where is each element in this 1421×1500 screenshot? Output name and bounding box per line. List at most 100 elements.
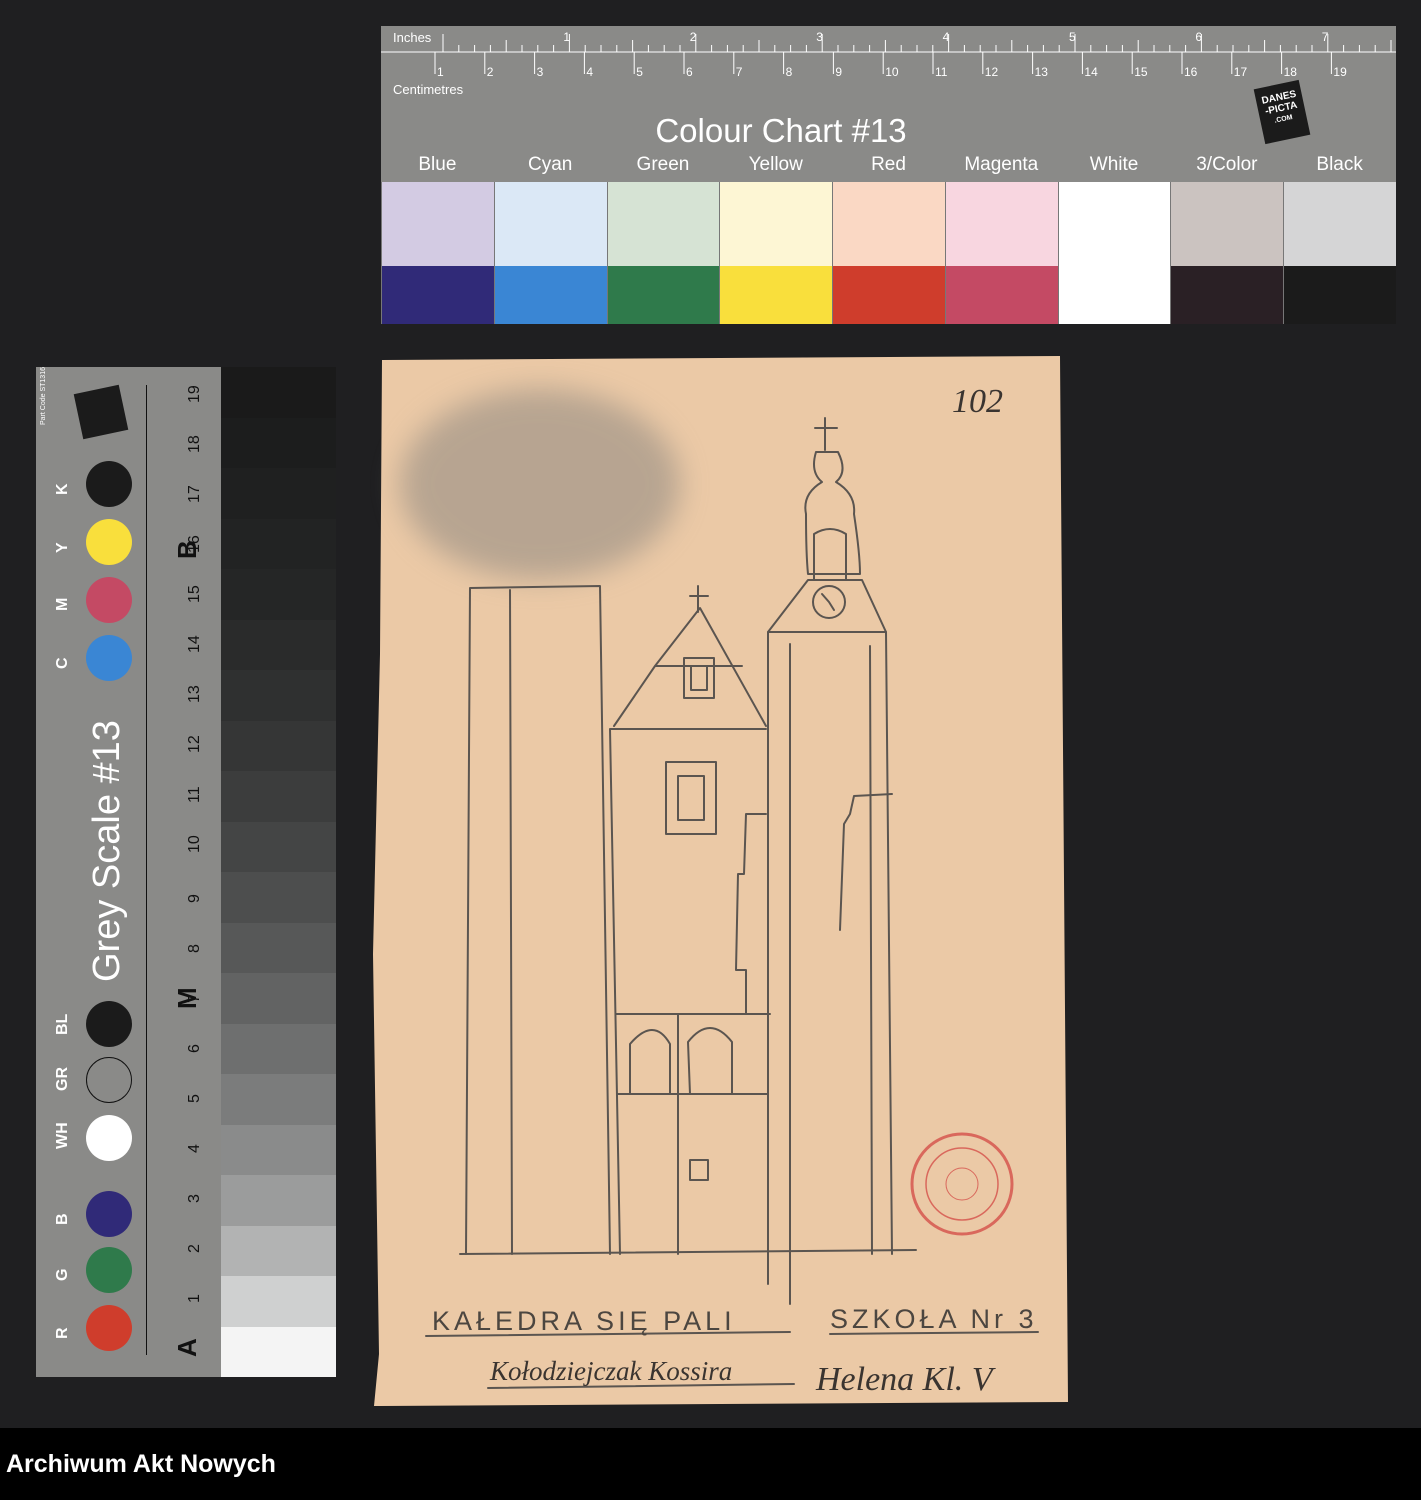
swatch-dot [86,577,132,623]
patch-light [607,182,720,266]
inch-mark: 5 [1069,30,1076,44]
colour-chart-title: Colour Chart #13 [655,112,907,149]
pencil-drawing: 102 KAŁEDRA SIĘ PALI SZKOŁA Nr 3 Kołodzi… [373,356,1068,1406]
patch-light [945,182,1058,266]
letter-m: M [172,987,202,1009]
patch-light [1171,182,1284,266]
swatch-dot [86,1247,132,1293]
caption-school: SZKOŁA Nr 3 [830,1304,1038,1334]
grey-scale-title: Grey Scale #13 [86,720,128,982]
grey-step [221,1175,336,1226]
colour-patch [606,182,720,324]
inch-mark: 6 [1195,30,1202,44]
patch-light [1284,182,1397,266]
colour-patch [1283,182,1397,324]
dot-label: BL [54,1013,71,1035]
dot-label: R [54,1327,71,1339]
scale-number: 13 [186,685,203,703]
grey-step [221,821,336,872]
scale-number: 8 [186,944,203,953]
grey-scale-card: Part Code ST1316 Grey Scale #13 R G B WH GR B… [36,367,336,1377]
inch-mark: 4 [943,30,950,44]
grey-step [221,1326,336,1377]
colour-swatches [381,182,1397,324]
colour-patch [1170,182,1284,324]
grey-step [221,1124,336,1175]
smoke-smudge [400,389,680,579]
ruler-inches-label: Inches [393,30,432,45]
cm-mark: 2 [487,65,494,79]
cm-mark: 14 [1084,65,1098,79]
caption-author-name: Helena Kl. V [815,1361,997,1398]
grey-step [221,670,336,721]
letter-a: A [172,1338,202,1357]
scale-number: 1 [186,1294,203,1303]
swatch-dot [86,1191,132,1237]
colour-patch [832,182,945,324]
patch-name: Black [1316,154,1363,175]
scale-number: 5 [186,1094,203,1103]
colour-patch [719,182,833,324]
grey-step [221,1023,336,1074]
grey-step [221,973,336,1024]
patch-name: White [1089,154,1139,175]
inch-mark: 3 [816,30,823,44]
scale-number: 6 [186,1044,203,1053]
patch-dark [494,266,607,324]
part-code: Part Code ST1316 [40,367,47,425]
scale-number: 12 [186,735,203,753]
cm-mark: 13 [1035,65,1049,79]
patch-dark [1058,266,1171,324]
colour-chart: Inches Centimetres 123456781234567891011… [381,26,1397,324]
swatch-dot [86,1001,132,1047]
scale-number: 14 [186,635,203,653]
grey-scale-panel: Part Code ST1316 Grey Scale #13 R G B WH GR B… [36,367,221,1377]
grey-step [221,619,336,670]
scale-number: 17 [186,485,203,503]
cm-mark: 18 [1284,65,1298,79]
patch-dark [945,266,1058,324]
cm-mark: 11 [935,65,948,79]
dot-label: C [54,657,71,669]
scale-number: 19 [186,385,203,403]
patch-light [382,182,494,266]
grey-step [221,771,336,822]
scale-number: 11 [186,786,203,803]
patch-dark [1284,266,1397,324]
cm-mark: 9 [835,65,842,79]
grey-step [221,367,336,418]
swatch-dot [86,1305,132,1351]
patch-light [494,182,607,266]
patch-light [720,182,833,266]
ruler-cm-label: Centimetres [393,82,464,97]
colour-patch [1057,182,1171,324]
dot-label: K [54,483,71,495]
cm-mark: 5 [636,65,643,79]
patch-name: Yellow [748,154,803,175]
page-number: 102 [952,383,1003,420]
dot-label: B [54,1213,71,1225]
cm-mark: 7 [736,65,743,79]
danes-picta-logo [73,384,129,440]
grey-step [221,922,336,973]
cm-mark: 4 [586,65,593,79]
colour-patch [944,182,1058,324]
caption-title: KAŁEDRA SIĘ PALI [432,1306,736,1336]
swatch-dot [86,1057,132,1103]
grey-step [221,872,336,923]
cm-mark: 16 [1184,65,1198,79]
caption-author-surname: Kołodziejczak Kossira [489,1356,732,1386]
dot-label: Y [54,542,71,553]
patch-light [833,182,945,266]
patch-name: Blue [418,154,457,175]
scale-number: 2 [186,1244,203,1253]
grey-step [221,1074,336,1125]
patch-dark [833,266,945,324]
patch-name: 3/Color [1196,154,1258,175]
scale-number: 15 [186,585,203,603]
patch-name: Cyan [527,154,573,175]
scale-number: 9 [186,894,203,903]
grey-step [221,1225,336,1276]
dot-label: GR [54,1067,71,1091]
grey-step [221,518,336,569]
